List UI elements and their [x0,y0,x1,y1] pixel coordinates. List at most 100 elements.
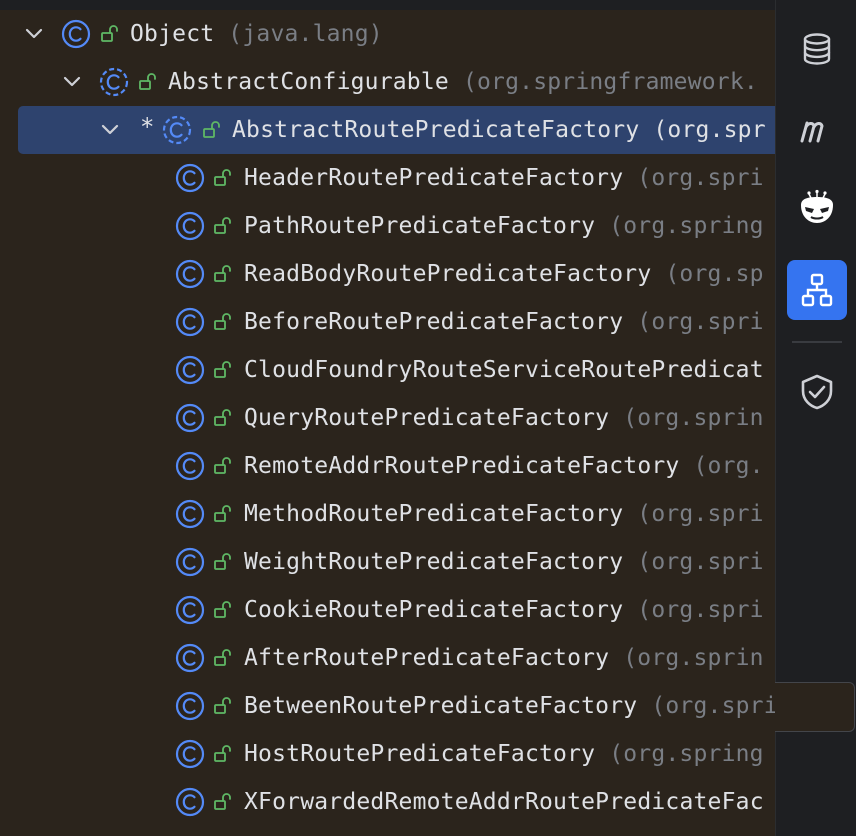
class-name-label: PathRoutePredicateFactory (org.spring [244,212,764,240]
package-name: (org.spr [653,117,766,143]
unlocked-public-icon [139,73,156,90]
unlocked-public-icon [214,793,231,810]
package-name: (org.spring [609,213,764,239]
class-icon [175,211,205,241]
tree-row[interactable]: Object (java.lang) [0,10,775,58]
type-hierarchy-tree[interactable]: Object (java.lang) AbstractConfigurable (or… [0,10,775,836]
maven-icon [800,121,824,143]
tree-row[interactable]: BetweenRoutePredicateFactory (org.springf… [0,682,775,730]
database-icon [803,33,831,65]
tooltip-edge [775,682,855,732]
class-name: HeaderRoutePredicateFactory [244,165,624,191]
class-name-label: ReadBodyRoutePredicateFactory (org.sp [244,260,764,288]
class-name: CloudFoundryRouteServiceRoutePredicat [244,357,764,383]
package-name: (org.sp [665,261,764,287]
abstract-class-icon [99,67,129,97]
class-name-label: CookieRoutePredicateFactory (org.spri [244,596,764,624]
tree-row[interactable]: HostRoutePredicateFactory (org.spring [0,730,775,778]
class-icon [175,739,205,769]
package-name: (org.spri [637,597,764,623]
top-edge [0,0,856,10]
tree-row[interactable]: MethodRoutePredicateFactory (org.spri [0,490,775,538]
package-name: (org.sprin [623,405,764,431]
chevron-down-icon[interactable] [100,120,120,140]
tree-row[interactable]: RemoteAddrRoutePredicateFactory (org. [0,442,775,490]
tree-row[interactable]: QueryRoutePredicateFactory (org.sprin [0,394,775,442]
database-tool-button[interactable] [787,19,847,79]
class-name: PathRoutePredicateFactory [244,213,596,239]
tree-row[interactable]: XForwardedRemoteAddrRoutePredicateFac [0,778,775,826]
security-tool-button[interactable] [787,362,847,422]
class-name-label: XForwardedRemoteAddrRoutePredicateFac [244,788,764,816]
class-name-label: BeforeRoutePredicateFactory (org.spri [244,308,764,336]
tree-row[interactable]: HeaderRoutePredicateFactory (org.spri [0,154,775,202]
unlocked-public-icon [214,601,231,618]
package-name: (org.spring [609,741,764,767]
class-name-label: QueryRoutePredicateFactory (org.sprin [244,404,764,432]
ide-window: Object (java.lang) AbstractConfigurable (or… [0,0,856,836]
class-icon [175,787,205,817]
class-icon [175,403,205,433]
class-name: AbstractRoutePredicateFactory [232,117,640,143]
unlocked-public-icon [214,313,231,330]
shield-check-icon [801,374,833,410]
class-name: BeforeRoutePredicateFactory [244,309,624,335]
class-name-label: HostRoutePredicateFactory (org.spring [244,740,764,768]
class-icon [175,163,205,193]
package-name: (org.spri [637,501,764,527]
class-icon [175,451,205,481]
class-name: Object [130,21,215,47]
chevron-down-icon[interactable] [24,24,44,44]
tree-row[interactable]: PathRoutePredicateFactory (org.spring [0,202,775,250]
package-name: (org. [693,453,764,479]
class-icon [175,355,205,385]
package-name: (org.spri [637,165,764,191]
class-name: AfterRoutePredicateFactory [244,645,610,671]
class-name-label: Object (java.lang) [130,20,383,48]
tree-row[interactable]: WeightRoutePredicateFactory (org.spri [0,538,775,586]
unlocked-public-icon [203,121,220,138]
unlocked-public-icon [214,745,231,762]
class-icon [175,307,205,337]
mask-plugin-icon [801,189,833,223]
abstract-class-icon [162,115,192,145]
class-name: HostRoutePredicateFactory [244,741,596,767]
unlocked-public-icon [214,697,231,714]
hierarchy-icon [801,273,833,307]
tree-row[interactable]: * AbstractRoutePredicateFactory (org.spr [0,106,775,154]
unlocked-public-icon [214,409,231,426]
class-name: ReadBodyRoutePredicateFactory [244,261,652,287]
tree-row[interactable]: AbstractConfigurable (org.springframework… [0,58,775,106]
class-name: MethodRoutePredicateFactory [244,501,624,527]
hierarchy-tool-button[interactable] [787,260,847,320]
package-name: (org.spri [637,309,764,335]
class-icon [175,259,205,289]
class-name-label: MethodRoutePredicateFactory (org.spri [244,500,764,528]
class-name: AbstractConfigurable [168,69,449,95]
class-name-label: HeaderRoutePredicateFactory (org.spri [244,164,764,192]
tree-row[interactable]: ReadBodyRoutePredicateFactory (org.sp [0,250,775,298]
tree-row[interactable]: BeforeRoutePredicateFactory (org.spri [0,298,775,346]
package-name: (org.sprin [623,645,764,671]
class-name: XForwardedRemoteAddrRoutePredicateFac [244,789,764,815]
tree-row[interactable]: CookieRoutePredicateFactory (org.spri [0,586,775,634]
class-name-label: WeightRoutePredicateFactory (org.spri [244,548,764,576]
class-name-label: BetweenRoutePredicateFactory (org.springf… [244,692,775,720]
tree-row[interactable]: CloudFoundryRouteServiceRoutePredicat [0,346,775,394]
unlocked-public-icon [101,25,118,42]
class-name-label: RemoteAddrRoutePredicateFactory (org. [244,452,764,480]
chevron-down-icon[interactable] [62,72,82,92]
unlocked-public-icon [214,217,231,234]
mask-plugin-tool-button[interactable] [787,179,847,239]
toolbar-separator [792,341,842,343]
package-name: (java.lang) [228,21,383,47]
unlocked-public-icon [214,361,231,378]
maven-tool-button[interactable] [787,99,847,159]
class-icon [175,691,205,721]
tree-row[interactable]: AfterRoutePredicateFactory (org.sprin [0,634,775,682]
unlocked-public-icon [214,505,231,522]
unlocked-public-icon [214,265,231,282]
unlocked-public-icon [214,553,231,570]
package-name: (org.springfra [651,693,775,719]
class-name: BetweenRoutePredicateFactory [244,693,638,719]
